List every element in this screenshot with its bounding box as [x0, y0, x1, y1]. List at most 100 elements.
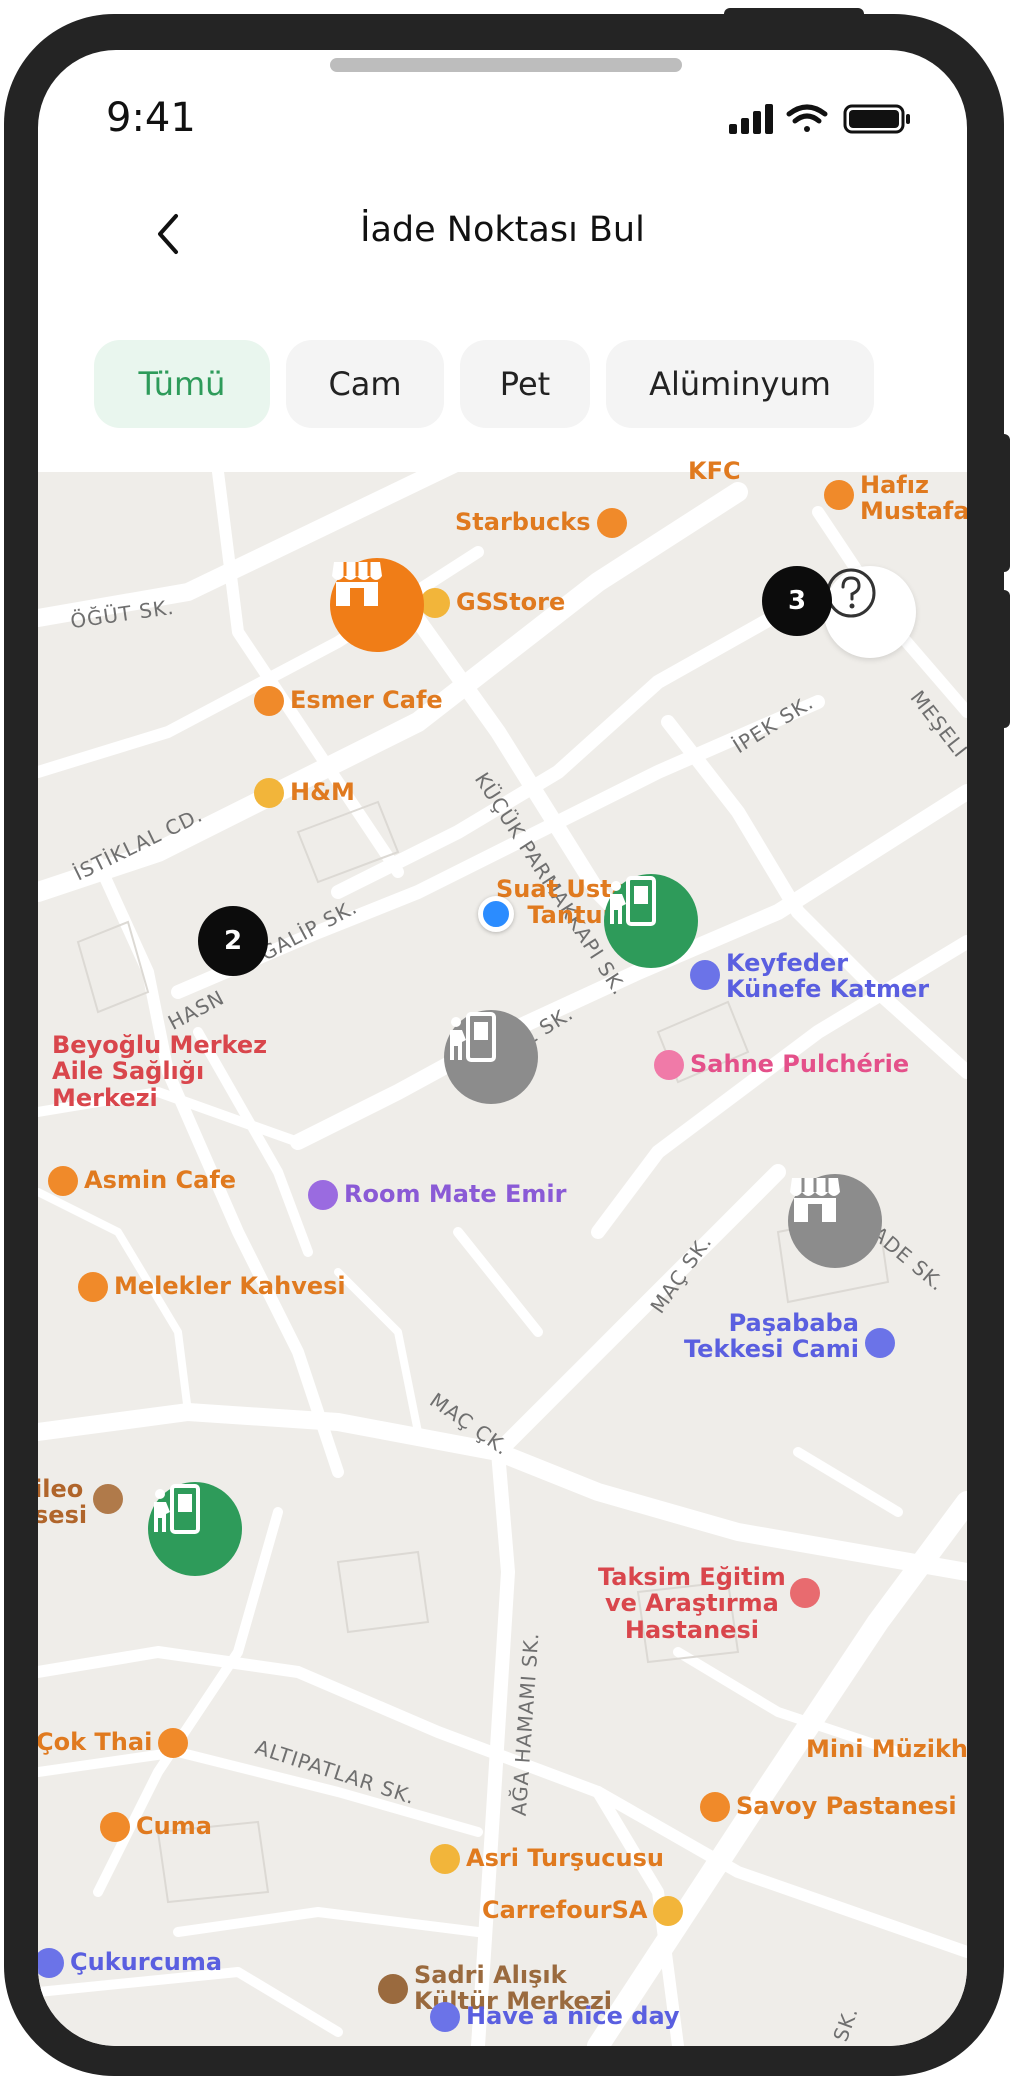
poi-label: Hafız: [860, 471, 929, 499]
side-button-volume-down: [998, 590, 1010, 728]
return-machine-icon: [450, 1012, 496, 1062]
cafe-icon: [48, 1166, 78, 1196]
chip-label: Pet: [499, 365, 551, 403]
chip-pet[interactable]: Pet: [460, 340, 590, 428]
poi-label: Aile Sağlığı: [52, 1057, 205, 1086]
poi-cukurcuma[interactable]: Çukurcuma: [38, 1948, 222, 1978]
wifi-icon: [786, 104, 828, 132]
poi-label: Çukurcuma: [70, 1948, 223, 1976]
poi-label: Mustafa: [860, 497, 967, 526]
museum-icon: [93, 1484, 124, 1514]
poi-savoy-pastanesi[interactable]: Savoy Pastanesi: [694, 1792, 957, 1822]
bakery-icon: [824, 480, 854, 510]
chip-glass[interactable]: Cam: [286, 340, 444, 428]
poi-label: Asmin Cafe: [84, 1166, 237, 1194]
theater-icon: [654, 1050, 684, 1080]
help-button[interactable]: [824, 566, 916, 658]
cafe-icon: [596, 508, 627, 538]
bakery-icon: [700, 1792, 730, 1822]
poi-label: Have a nice day: [466, 2002, 680, 2030]
chip-all[interactable]: Tümü: [94, 340, 270, 428]
status-icons: [727, 102, 917, 140]
poi-carrefoursa[interactable]: CarrefourSA: [482, 1896, 689, 1926]
chip-aluminium[interactable]: Alüminyum: [606, 340, 874, 428]
map-view[interactable]: ÖĞÜT SK. İSTİKLAL CD. KÜÇÜK PARMAKKAPI S…: [38, 458, 967, 2046]
store-icon: [790, 1178, 840, 1222]
poi-label: Hastanesi: [624, 1615, 759, 1644]
cafe-icon: [254, 686, 284, 716]
poi-label: Sadri Alışık: [414, 1961, 567, 1989]
poi-gsstore[interactable]: GSStore: [414, 588, 565, 618]
poi-label: Sahne Pulchérie: [690, 1050, 910, 1078]
poi-cuma[interactable]: Cuma: [94, 1812, 212, 1842]
status-time: 9:41: [106, 95, 196, 141]
poi-label: Cuma: [136, 1812, 212, 1840]
step-badge-3: 3: [762, 566, 832, 636]
poi-asri-tursucusu[interactable]: Asri Turşucusu: [424, 1844, 664, 1874]
page-title: İade Noktası Bul: [360, 210, 645, 250]
poi-label: Taksim Eğitim: [598, 1563, 786, 1591]
notch-bar: [330, 58, 682, 72]
poi-keyfeder[interactable]: Keyfeder Künefe Katmer: [684, 950, 929, 1003]
poi-esmer-cafe[interactable]: Esmer Cafe: [248, 686, 443, 716]
poi-hafiz-mustafa[interactable]: Hafız Mustafa: [818, 472, 967, 525]
star-icon: [430, 2002, 460, 2032]
poi-label: sesi: [38, 1501, 88, 1530]
poi-label: Künefe Katmer: [726, 975, 930, 1004]
chip-label: Tümü: [138, 365, 226, 403]
restaurant-icon: [158, 1728, 189, 1758]
poi-label: Paşababa: [728, 1309, 859, 1337]
shop-icon: [420, 588, 450, 618]
star-icon: [690, 960, 720, 990]
return-machine-marker-green[interactable]: [604, 874, 698, 968]
poi-starbucks[interactable]: Starbucks: [455, 508, 633, 538]
hospital-icon: [789, 1578, 820, 1608]
battery-icon: [843, 104, 910, 134]
poi-have-a-nice-day[interactable]: Have a nice day: [424, 2002, 680, 2032]
poi-asmin-cafe[interactable]: Asmin Cafe: [42, 1166, 236, 1196]
poi-hm[interactable]: H&M: [248, 778, 355, 808]
poi-sahne-pulcherie[interactable]: Sahne Pulchérie: [648, 1050, 909, 1080]
current-location-dot: [478, 896, 514, 932]
screen: 9:41 İade Noktası Bul Tümü Cam Pet Alümi…: [38, 50, 967, 2046]
mosque-icon: [864, 1328, 895, 1358]
poi-label: Room Mate Emir: [344, 1180, 567, 1208]
poi-label: Tekkesi Cami: [684, 1335, 859, 1364]
side-button-top: [724, 8, 864, 22]
poi-room-mate-emir[interactable]: Room Mate Emir: [302, 1180, 566, 1210]
school-icon: [378, 1974, 408, 2004]
poi-label: Asri Turşucusu: [466, 1844, 664, 1872]
store-icon: [332, 562, 382, 606]
poi-taksim-hastanesi[interactable]: Taksim Eğitim ve Araştırma Hastanesi: [598, 1563, 820, 1644]
step-badge-2: 2: [198, 906, 268, 976]
return-machine-marker-green-2[interactable]: [148, 1482, 242, 1576]
hotel-icon: [308, 1180, 338, 1210]
return-machine-icon: [610, 876, 656, 926]
store-marker-gray[interactable]: [788, 1174, 882, 1268]
grocery-icon: [430, 1844, 460, 1874]
poi-melekler-kahvesi[interactable]: Melekler Kahvesi: [72, 1272, 346, 1302]
poi-label: Keyfeder: [726, 949, 849, 977]
store-marker-orange[interactable]: [330, 558, 424, 652]
return-machine-marker-gray[interactable]: [444, 1010, 538, 1104]
cafe-icon: [100, 1812, 130, 1842]
grocery-icon: [653, 1896, 684, 1926]
poi-cok-thai[interactable]: Çok Thai: [38, 1728, 194, 1758]
poi-label: Savoy Pastanesi: [736, 1792, 957, 1820]
question-mark-icon: [826, 568, 876, 618]
poi-label: CarrefourSA: [482, 1896, 648, 1924]
poi-label: GSStore: [456, 588, 566, 616]
poi-label: Merkezi: [52, 1083, 158, 1112]
signal-icon: [729, 104, 773, 134]
chip-label: Alüminyum: [649, 365, 831, 403]
poi-ileo[interactable]: ileo sesi: [38, 1476, 129, 1529]
chip-label: Cam: [328, 365, 402, 403]
poi-pasababa[interactable]: Paşababa Tekkesi Cami: [684, 1310, 901, 1363]
star-icon: [38, 1948, 64, 1978]
poi-mini-muzikh[interactable]: Mini Müzikh: [806, 1736, 967, 1762]
poi-kfc[interactable]: KFC: [688, 458, 741, 485]
poi-beyoglu-merkez[interactable]: Beyoğlu Merkez Aile Sağlığı Merkezi: [52, 1032, 267, 1112]
poi-label: Esmer Cafe: [290, 686, 443, 714]
poi-label: H&M: [290, 778, 355, 806]
poi-label: Çok Thai: [38, 1728, 153, 1756]
